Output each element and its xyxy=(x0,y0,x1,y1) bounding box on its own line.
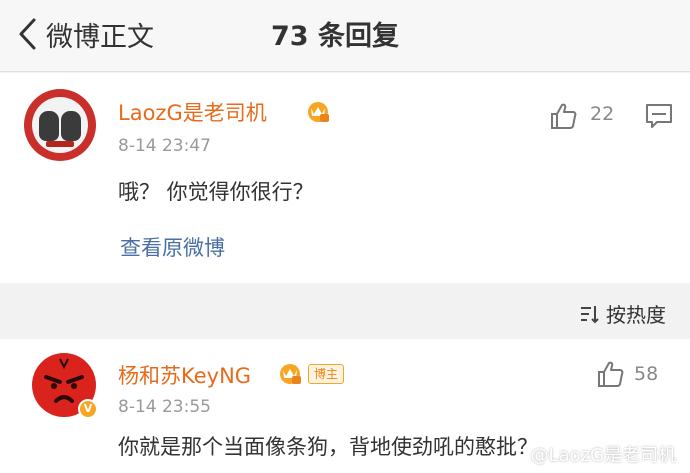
sort-by-hot-button[interactable]: 按热度 xyxy=(578,299,666,328)
reply-like-count: 58 xyxy=(634,363,659,385)
comment-username[interactable]: LaozG是老司机 xyxy=(118,97,267,127)
watermark: @LaozG是老司机 xyxy=(530,445,676,466)
view-original-link[interactable]: 查看原微博 xyxy=(120,232,225,262)
sort-label: 按热度 xyxy=(606,303,666,327)
avatar-tag xyxy=(46,141,74,147)
comment-text: 哦？ 你觉得你很行？ xyxy=(118,180,314,204)
page-title: 73 条回复 xyxy=(0,14,690,53)
thumbs-up-icon[interactable] xyxy=(596,359,626,389)
author-badge: 博主 xyxy=(308,364,345,384)
top-nav-bar: 微博正文 73 条回复 xyxy=(0,0,690,72)
reply-time: 8-14 23:55 xyxy=(118,397,211,417)
avatar[interactable] xyxy=(24,89,96,161)
like-count: 22 xyxy=(590,103,615,125)
sort-icon xyxy=(581,305,599,323)
thumbs-up-icon[interactable] xyxy=(549,101,579,131)
comment-icon[interactable] xyxy=(645,103,673,129)
avatar-face-left xyxy=(39,111,59,141)
reply-avatar[interactable]: V xyxy=(32,353,98,419)
reply-username[interactable]: 杨和苏KeyNG xyxy=(118,360,251,390)
comment-time: 8-14 23:47 xyxy=(118,136,211,156)
root-comment: LaozG是老司机 8-14 23:47 哦？ 你觉得你很行？ 查看原微博 22 xyxy=(0,73,690,283)
verified-v-icon: V xyxy=(78,399,98,419)
vip-crown-icon xyxy=(280,364,301,384)
sort-bar: 按热度 xyxy=(0,283,690,339)
vip-crown-icon xyxy=(308,102,329,122)
reply-text: 你就是那个当面像条狗，背地使劲吼的憨批？ xyxy=(118,435,538,459)
avatar-face-right xyxy=(61,111,81,141)
reply-count-title: 73 条回复 xyxy=(271,21,399,52)
